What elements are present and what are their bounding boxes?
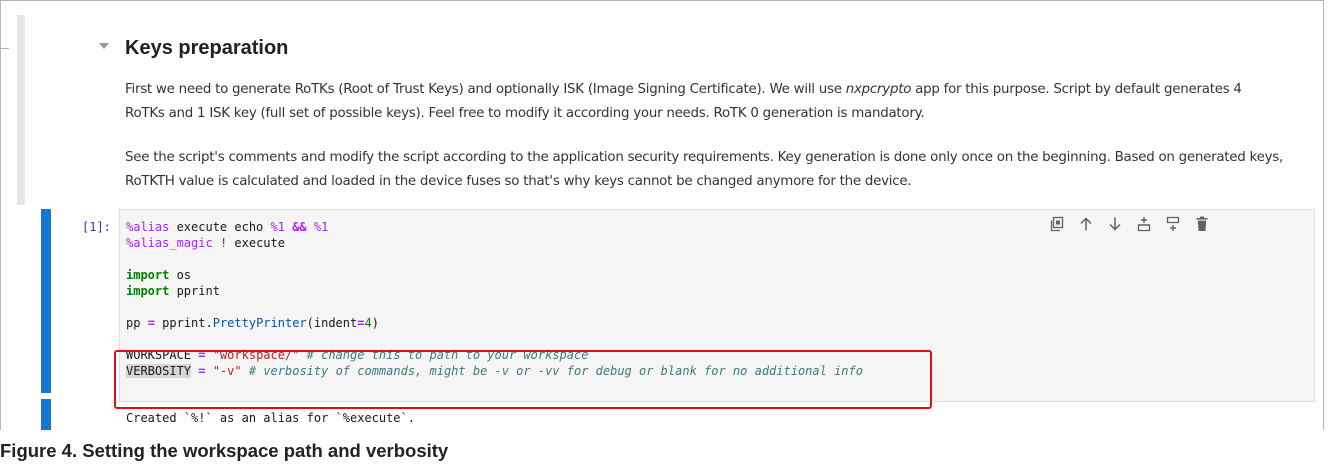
code-token: pprint. [154,316,213,330]
code-line: import os [126,267,863,283]
app-name: nxpcrypto [845,82,912,97]
code-token: os [169,268,192,282]
markdown-paragraph-2: See the script's comments and modify the… [125,150,1283,189]
paragraph-text: First we need to generate RoTKs (Root of… [125,82,846,97]
code-line: import pprint [126,283,863,299]
code-token: import [126,284,170,298]
code-token: %alias [126,220,170,234]
figure-caption: Figure 4. Setting the workspace path and… [0,440,449,461]
cell-collapser-output[interactable] [41,399,51,430]
notebook-frame: Keys preparation First we need to genera… [0,0,1324,430]
duplicate-icon[interactable] [1047,213,1066,235]
cell-toolbar [1047,213,1211,235]
code-token: && [292,220,307,234]
code-token: (indent [306,316,358,330]
code-token: ) [371,316,379,330]
cell-collapser-input[interactable] [41,209,51,393]
code-line: pp = pprint.PrettyPrinter(indent=4) [126,315,863,331]
code-token: %alias_magic [126,236,213,250]
code-token: 4 [364,316,372,330]
section-heading: Keys preparation [125,37,289,59]
insert-below-icon[interactable] [1163,213,1182,235]
markdown-cell-collapser[interactable] [17,15,25,205]
code-line: %alias execute echo %1 && %1 [126,219,863,235]
code-token: %1 [270,220,285,234]
code-token: pp [126,316,148,330]
code-token: import [126,268,170,282]
execution-prompt: [1]: [82,220,111,234]
move-down-icon[interactable] [1105,213,1124,235]
annotation-highlight-box [114,350,932,409]
code-token: execute [227,236,285,250]
delete-icon[interactable] [1192,213,1211,235]
collapse-chevron-icon[interactable] [99,43,109,49]
code-token: %1 [313,220,329,234]
code-token: execute echo [169,220,271,234]
code-token: = [147,316,155,330]
frame-tick [1,48,9,49]
code-token: PrettyPrinter [212,316,307,330]
code-line: %alias_magic ! execute [126,235,863,251]
code-token: pprint [169,284,220,298]
move-up-icon[interactable] [1076,213,1095,235]
markdown-paragraph-1: First we need to generate RoTKs (Root of… [125,78,1285,126]
insert-above-icon[interactable] [1134,213,1153,235]
cell-output: Created `%!` as an alias for `%execute`. [126,411,415,425]
